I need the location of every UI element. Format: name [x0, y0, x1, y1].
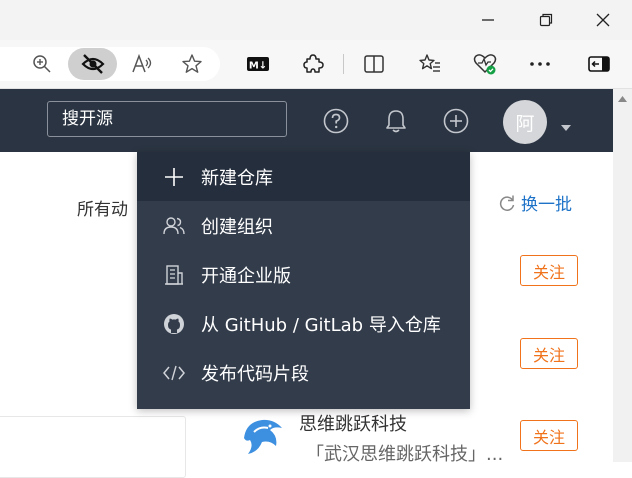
- code-icon: [161, 360, 187, 386]
- org-logo-icon[interactable]: [240, 412, 286, 460]
- sidebar-icon[interactable]: [584, 49, 614, 79]
- read-aloud-icon[interactable]: [127, 49, 157, 79]
- menu-item-label: 创建组织: [201, 216, 273, 238]
- browser-health-icon[interactable]: [470, 49, 500, 79]
- svg-text:M↓: M↓: [249, 61, 267, 72]
- follow-button[interactable]: 关注: [520, 338, 578, 369]
- menu-item-enterprise[interactable]: 开通企业版: [137, 250, 470, 299]
- section-label: 所有动: [77, 200, 128, 220]
- org-description: 「武汉思维跳跃科技」...: [306, 444, 504, 465]
- favorites-icon[interactable]: [415, 49, 445, 79]
- avatar-text: 阿: [515, 112, 535, 135]
- scrollbar[interactable]: [613, 89, 632, 462]
- avatar[interactable]: 阿: [503, 100, 547, 144]
- help-icon[interactable]: [322, 107, 350, 135]
- close-button[interactable]: [589, 8, 617, 32]
- follow-button[interactable]: 关注: [520, 255, 578, 286]
- bell-icon[interactable]: [382, 107, 410, 135]
- follow-button[interactable]: 关注: [520, 420, 578, 451]
- menu-item-label: 发布代码片段: [201, 363, 309, 385]
- plus-icon: [161, 164, 187, 190]
- menu-item-label: 新建仓库: [201, 167, 273, 189]
- org-name[interactable]: 思维跳跃科技: [299, 410, 407, 436]
- refresh-button[interactable]: 换一批: [498, 190, 572, 215]
- split-screen-icon[interactable]: [359, 49, 389, 79]
- scroll-up-icon[interactable]: [613, 89, 632, 109]
- menu-item-import-repo[interactable]: 从 GitHub / GitLab 导入仓库: [137, 299, 470, 348]
- search-placeholder: 搜开源: [62, 109, 113, 129]
- eye-slash-icon: [78, 49, 108, 79]
- follow-label: 关注: [532, 345, 565, 365]
- markdown-icon[interactable]: M↓: [243, 49, 273, 79]
- search-input[interactable]: 搜开源: [47, 101, 287, 137]
- github-icon: [161, 311, 187, 337]
- refresh-icon: [499, 195, 515, 211]
- follow-label: 关注: [532, 262, 565, 282]
- extensions-icon[interactable]: [298, 49, 328, 79]
- minimize-icon: [482, 19, 494, 21]
- minimize-button[interactable]: [474, 8, 502, 32]
- menu-item-label: 开通企业版: [201, 265, 291, 287]
- favorite-star-icon[interactable]: [177, 49, 207, 79]
- menu-item-label: 从 GitHub / GitLab 导入仓库: [201, 314, 441, 336]
- add-circle-icon[interactable]: [442, 107, 470, 135]
- refresh-label: 换一批: [521, 195, 572, 215]
- menu-item-publish-snippet[interactable]: 发布代码片段: [137, 348, 470, 397]
- zoom-icon[interactable]: [27, 49, 57, 79]
- close-icon: [596, 13, 610, 27]
- more-icon[interactable]: [525, 49, 555, 79]
- create-dropdown-menu: 新建仓库 创建组织 开通企业版 从 GitHub / GitLab 导入仓库 发…: [137, 152, 470, 409]
- users-icon: [161, 213, 187, 239]
- menu-item-create-org[interactable]: 创建组织: [137, 201, 470, 250]
- toolbar-separator: [343, 54, 344, 74]
- restore-button[interactable]: [532, 8, 560, 32]
- follow-label: 关注: [532, 427, 565, 447]
- chevron-down-icon[interactable]: [560, 117, 572, 136]
- menu-item-new-repo[interactable]: 新建仓库: [137, 152, 470, 201]
- restore-icon: [539, 13, 553, 27]
- content-card: [0, 416, 186, 478]
- building-icon: [161, 262, 187, 288]
